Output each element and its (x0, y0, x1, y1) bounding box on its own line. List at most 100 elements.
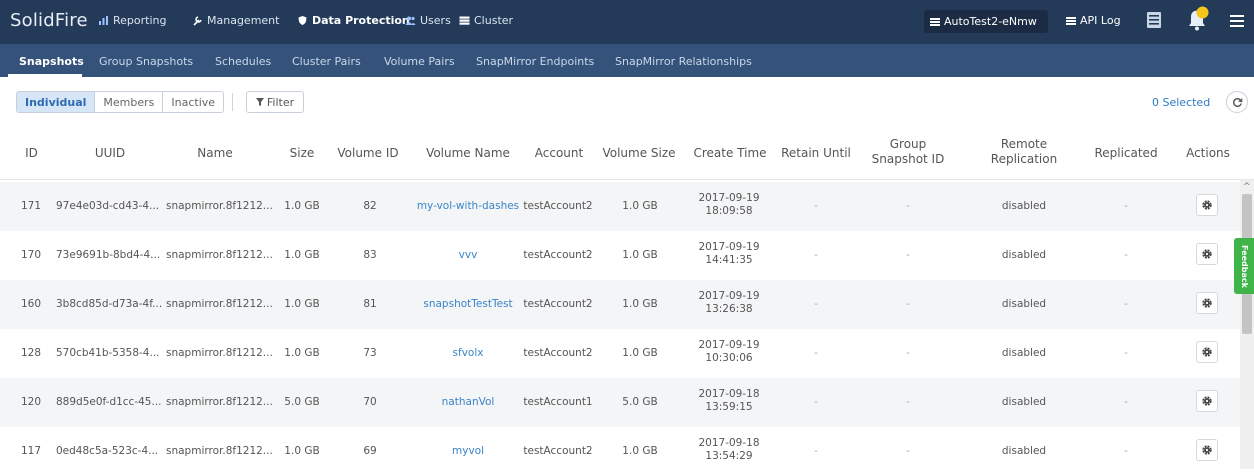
cell-uuid: 570cb41b-5358-4... (56, 347, 160, 359)
cell-retain-until: - (814, 396, 818, 408)
gear-icon (1202, 200, 1212, 210)
row-actions-button[interactable] (1196, 243, 1218, 265)
table-row[interactable]: 128 570cb41b-5358-4... snapmirror.8f1212..… (0, 329, 1240, 378)
cell-group-snapshot-id: - (906, 298, 910, 310)
cell-remote-replication: disabled (1001, 200, 1047, 212)
cell-volume-name[interactable]: my-vol-with-dashes (412, 200, 524, 212)
cell-volume-size: 1.0 GB (622, 249, 658, 261)
gear-icon (1202, 347, 1212, 357)
nav-users[interactable]: Users (405, 14, 451, 27)
toggle-members[interactable]: Members (95, 92, 164, 112)
nav-users-label: Users (420, 14, 451, 27)
create-clock-time: 18:09:58 (705, 205, 753, 217)
selected-count: 0 Selected (1152, 96, 1211, 109)
top-navigation-bar: SolidFire Reporting Management Data Prot… (0, 0, 1254, 44)
notifications-bell-icon[interactable] (1186, 6, 1210, 32)
cell-retain-until: - (814, 445, 818, 457)
cell-retain-until: - (814, 249, 818, 261)
col-remote-replication[interactable]: Remote Replication (986, 137, 1062, 167)
nav-cluster[interactable]: Cluster (459, 14, 513, 27)
cell-replicated: - (1124, 347, 1128, 359)
tab-schedules[interactable]: Schedules (215, 55, 271, 68)
nav-data-protection[interactable]: Data Protection (297, 14, 410, 27)
brand-logo[interactable]: SolidFire (10, 10, 88, 31)
col-uuid[interactable]: UUID (80, 146, 140, 161)
cell-remote-replication: disabled (1001, 396, 1047, 408)
table-row[interactable]: 171 97e4e03d-cd43-4... snapmirror.8f1212..… (0, 182, 1240, 231)
tab-group-snapshots[interactable]: Group Snapshots (99, 55, 193, 68)
cell-volume-name[interactable]: myvol (412, 445, 524, 457)
toggle-individual[interactable]: Individual (17, 92, 96, 112)
cell-group-snapshot-id: - (906, 396, 910, 408)
cell-group-snapshot-id: - (906, 445, 910, 457)
filter-button[interactable]: Filter (246, 91, 304, 113)
account-selector[interactable]: AutoTest2-eNmw (924, 10, 1048, 33)
hamburger-menu-icon[interactable] (1230, 14, 1244, 28)
create-clock-time: 13:59:15 (705, 401, 753, 413)
row-actions-button[interactable] (1196, 439, 1218, 461)
col-name[interactable]: Name (190, 146, 240, 161)
col-account[interactable]: Account (528, 146, 590, 161)
col-create-time[interactable]: Create Time (688, 146, 772, 161)
cell-name: snapmirror.8f1212... (166, 347, 273, 359)
row-actions-button[interactable] (1196, 194, 1218, 216)
col-retain-until[interactable]: Retain Until (776, 146, 856, 161)
cell-volume-id: 69 (363, 445, 377, 457)
gear-icon (1202, 298, 1212, 308)
cell-volume-id: 82 (363, 200, 377, 212)
cell-size: 1.0 GB (284, 298, 320, 310)
tab-snapmirror-relationships[interactable]: SnapMirror Relationships (615, 55, 752, 68)
cell-retain-until: - (814, 200, 818, 212)
users-icon (405, 16, 416, 25)
cell-volume-name[interactable]: nathanVol (412, 396, 524, 408)
col-volume-size[interactable]: Volume Size (598, 146, 680, 161)
nav-reporting[interactable]: Reporting (98, 14, 166, 27)
cell-uuid: 3b8cd85d-d73a-4f... (56, 298, 163, 310)
nav-reporting-label: Reporting (113, 14, 167, 27)
cell-size: 5.0 GB (284, 396, 320, 408)
toggle-inactive[interactable]: Inactive (163, 92, 224, 112)
tab-snapmirror-endpoints[interactable]: SnapMirror Endpoints (476, 55, 594, 68)
col-volume-id[interactable]: Volume ID (330, 146, 406, 161)
cell-volume-name[interactable]: sfvolx (412, 347, 524, 359)
table-row[interactable]: 120 889d5e0f-d1cc-45... snapmirror.8f1212.… (0, 378, 1240, 427)
cell-replicated: - (1124, 396, 1128, 408)
col-group-snapshot-id[interactable]: Group Snapshot ID (860, 137, 956, 167)
row-actions-button[interactable] (1196, 390, 1218, 412)
cell-volume-id: 81 (363, 298, 377, 310)
tab-cluster-pairs[interactable]: Cluster Pairs (292, 55, 361, 68)
cell-group-snapshot-id: - (906, 249, 910, 261)
api-log-button[interactable]: API Log (1066, 14, 1121, 27)
row-actions-button[interactable] (1196, 292, 1218, 314)
create-date: 2017-09-19 (698, 241, 760, 253)
col-volume-name[interactable]: Volume Name (415, 146, 521, 161)
view-toggle: Individual Members Inactive (16, 91, 225, 113)
cell-replicated: - (1124, 298, 1128, 310)
cell-volume-name[interactable]: vvv (412, 249, 524, 261)
wrench-icon (193, 16, 202, 26)
col-replicated[interactable]: Replicated (1090, 146, 1162, 161)
col-size[interactable]: Size (282, 146, 322, 161)
table-header: ID UUID Name Size Volume ID Volume Name … (0, 124, 1254, 180)
tasks-icon[interactable] (1146, 11, 1162, 29)
cell-volume-size: 1.0 GB (622, 298, 658, 310)
cell-uuid: 97e4e03d-cd43-4... (56, 200, 160, 212)
nav-cluster-label: Cluster (474, 14, 514, 27)
table-row[interactable]: 160 3b8cd85d-d73a-4f... snapmirror.8f1212.… (0, 280, 1240, 329)
create-clock-time: 10:30:06 (705, 352, 753, 364)
shield-icon (298, 16, 307, 25)
tab-volume-pairs[interactable]: Volume Pairs (384, 55, 455, 68)
scroll-up-arrow-icon[interactable]: ^ (1243, 182, 1251, 192)
create-date: 2017-09-18 (698, 437, 760, 449)
row-actions-button[interactable] (1196, 341, 1218, 363)
vertical-scrollbar[interactable]: ^ (1240, 180, 1254, 469)
tab-snapshots[interactable]: Snapshots (19, 55, 84, 68)
table-row[interactable]: 170 73e9691b-8bd4-4... snapmirror.8f1212..… (0, 231, 1240, 280)
cell-volume-name[interactable]: snapshotTestTest (412, 298, 524, 310)
cell-group-snapshot-id: - (906, 200, 910, 212)
nav-management[interactable]: Management (192, 14, 279, 27)
feedback-tab[interactable]: Feedback (1234, 238, 1254, 294)
col-id[interactable]: ID (14, 146, 49, 161)
cell-retain-until: - (814, 298, 818, 310)
refresh-button[interactable] (1226, 91, 1248, 113)
